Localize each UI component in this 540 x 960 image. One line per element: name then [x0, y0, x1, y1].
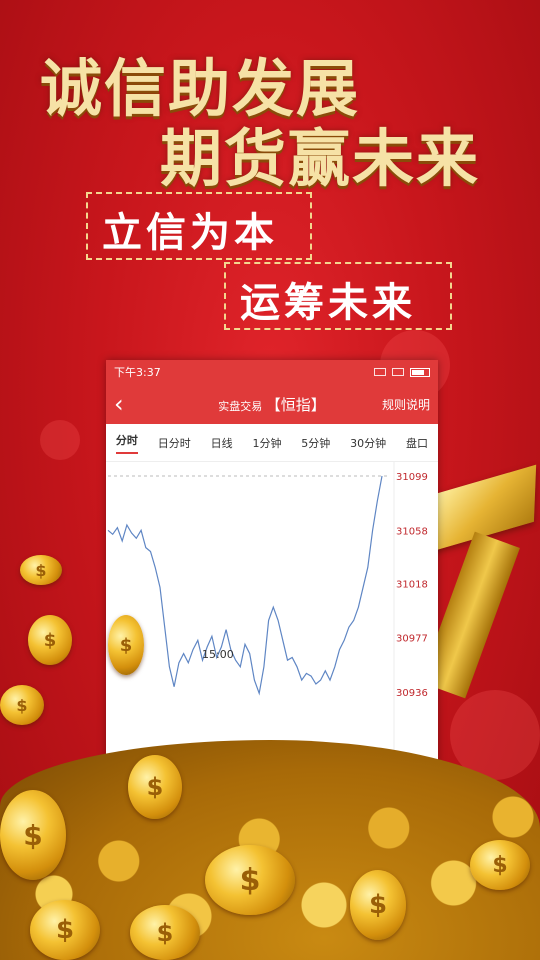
- nav-bar: ‹ 实盘交易 【恒指】 规则说明: [106, 384, 438, 424]
- price-chart-svg: 31099 31058 31018 30977 30936: [107, 462, 428, 752]
- tab-fenshi[interactable]: 分时: [115, 432, 138, 454]
- gold-coin-icon: $: [130, 905, 200, 960]
- tab-ri-fenshi[interactable]: 日分时: [158, 435, 191, 451]
- y-tick-label: 30936: [396, 688, 428, 699]
- slogan-box-2: 运筹未来: [224, 262, 452, 330]
- tab-rixian[interactable]: 日线: [211, 435, 233, 451]
- gold-coin-icon: $: [0, 790, 66, 880]
- gold-coin-icon: $: [350, 870, 406, 940]
- y-tick-label: 31018: [396, 579, 428, 590]
- gold-coin-icon: $: [108, 615, 144, 675]
- price-series-line: [107, 475, 383, 696]
- tab-30min[interactable]: 30分钟: [350, 435, 386, 451]
- gold-coin-icon: $: [128, 755, 182, 819]
- y-tick-label: 31099: [396, 472, 428, 483]
- gold-coin-icon: $: [0, 685, 44, 725]
- rules-link[interactable]: 规则说明: [382, 396, 430, 413]
- battery-icon: [410, 367, 430, 377]
- gold-coin-icon: $: [20, 555, 62, 585]
- status-bar: 下午3:37: [106, 360, 438, 384]
- tab-5min[interactable]: 5分钟: [301, 435, 330, 451]
- bokeh-light: [40, 420, 80, 460]
- nav-title-prefix: 实盘交易: [218, 399, 263, 413]
- y-tick-label: 30977: [396, 634, 428, 645]
- chart-tabs: 分时 日分时 日线 1分钟 5分钟 30分钟 盘口: [106, 424, 438, 462]
- price-chart: 31099 31058 31018 30977 30936: [106, 462, 438, 752]
- y-tick-label: 31058: [396, 526, 428, 537]
- gold-coin-icon: $: [470, 840, 530, 890]
- status-time: 下午3:37: [114, 366, 161, 379]
- gold-coin-icon: $: [205, 845, 295, 915]
- gold-coin-icon: $: [28, 615, 72, 665]
- headline-line-2: 期货赢未来: [160, 122, 481, 195]
- slogan-box-1: 立信为本: [86, 192, 312, 260]
- signal-icon: [392, 368, 404, 376]
- nav-title-symbol: 【恒指】: [265, 395, 326, 414]
- tab-1min[interactable]: 1分钟: [252, 435, 281, 451]
- gold-coin-icon: $: [30, 900, 100, 960]
- back-button[interactable]: ‹: [114, 384, 138, 424]
- status-icons: [374, 367, 430, 377]
- x-tick-label: 15:00: [202, 648, 234, 661]
- tab-pankou[interactable]: 盘口: [406, 435, 428, 451]
- wifi-icon: [374, 368, 386, 376]
